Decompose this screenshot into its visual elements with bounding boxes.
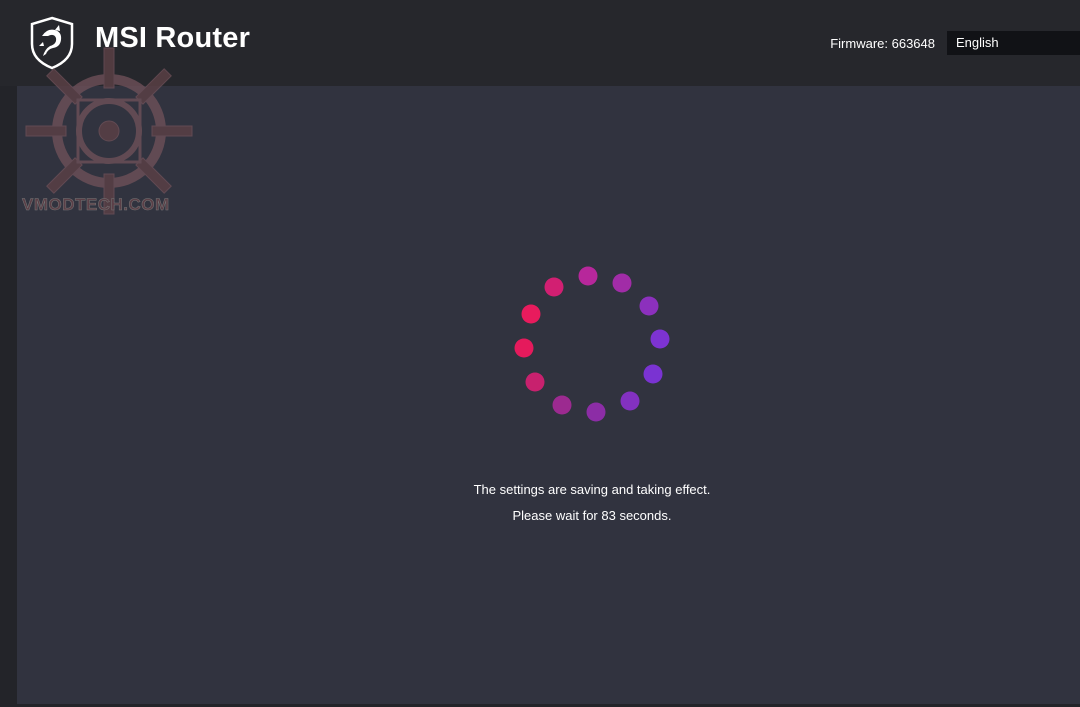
language-select[interactable]: English xyxy=(947,31,1080,55)
spinner-dot xyxy=(643,364,663,384)
wait-suffix: seconds. xyxy=(615,508,672,523)
saving-message: The settings are saving and taking effec… xyxy=(473,482,711,497)
spinner-dot xyxy=(552,395,572,415)
spinner-dot xyxy=(544,277,564,297)
spinner-dot xyxy=(639,296,659,316)
firmware-version: Firmware: 663648 xyxy=(830,36,935,51)
spinner-dot xyxy=(650,329,670,349)
spinner-dot xyxy=(612,273,632,293)
spinner-dot xyxy=(525,372,545,392)
wait-message: Please wait for 83 seconds. xyxy=(0,508,1080,523)
spinner-dot xyxy=(521,304,541,324)
wait-prefix: Please wait for xyxy=(512,508,602,523)
spinner-dot xyxy=(586,402,606,422)
watermark-text: VMODTECH.COM xyxy=(22,195,170,215)
spinner-dot xyxy=(620,391,640,411)
spinner-dot xyxy=(514,338,534,358)
loading-spinner-icon xyxy=(514,266,670,422)
countdown-seconds: 83 xyxy=(601,508,616,523)
spinner-dot xyxy=(578,266,598,286)
